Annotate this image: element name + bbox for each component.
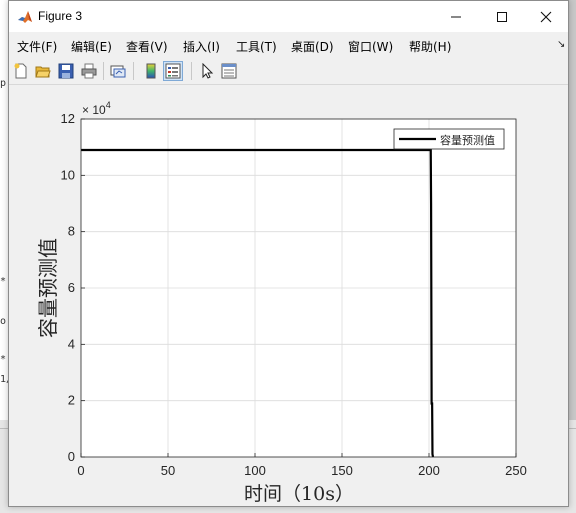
menu-desktop[interactable]: 桌面(D) (291, 38, 334, 55)
new-figure-button[interactable] (11, 61, 31, 81)
link-plot-icon (110, 65, 126, 78)
insert-legend-icon (165, 63, 181, 79)
insert-colorbar-icon (146, 63, 156, 79)
menu-view[interactable]: 查看(V) (126, 38, 168, 55)
x-tick-label: 200 (418, 463, 440, 478)
menu-bar: 文件(F) 编辑(E) 查看(V) 插入(I) 工具(T) 桌面(D) 窗口(W… (9, 34, 568, 56)
x-tick-label: 250 (505, 463, 527, 478)
dock-figure-icon[interactable]: ↘ (557, 39, 565, 50)
background-editor-char: * (0, 354, 7, 365)
maximize-button[interactable] (479, 1, 525, 32)
y-tick-label: 0 (68, 449, 75, 464)
figure-toolbar (9, 57, 568, 85)
minimize-icon (451, 16, 461, 17)
save-button[interactable] (56, 61, 76, 81)
x-axis-label: 时间（10s） (244, 483, 354, 505)
insert-legend-button[interactable] (163, 61, 183, 81)
close-button[interactable] (523, 1, 569, 32)
menu-help[interactable]: 帮助(H) (409, 38, 451, 55)
x-tick-label: 0 (77, 463, 84, 478)
window-title: Figure 3 (38, 9, 83, 23)
insert-colorbar-button[interactable] (141, 61, 161, 81)
menu-file[interactable]: 文件(F) (17, 38, 57, 55)
x-tick-label: 150 (331, 463, 353, 478)
background-editor-char: o (0, 316, 7, 327)
menu-edit[interactable]: 编辑(E) (71, 38, 112, 55)
edit-plot-button[interactable] (197, 61, 217, 81)
toolbar-separator (133, 62, 134, 80)
title-bar[interactable]: Figure 3 (9, 1, 568, 32)
open-file-button[interactable] (33, 61, 53, 81)
y-axis-label: 容量预测值 (36, 238, 60, 338)
legend[interactable]: 容量预测值 (393, 128, 505, 150)
menu-window[interactable]: 窗口(W) (348, 38, 393, 55)
print-button[interactable] (79, 61, 99, 81)
menu-tools[interactable]: 工具(T) (236, 38, 277, 55)
toolbar-separator (191, 62, 192, 80)
figure-window: Figure 3 文件(F) 编辑(E) 查看(V) 插入(I) 工具(T) 桌… (8, 0, 569, 507)
save-icon (58, 63, 74, 79)
background-editor-char: p (0, 78, 7, 89)
minimize-button[interactable] (433, 1, 479, 32)
background-editor-char: * (0, 276, 7, 287)
y-tick-label: 12 (61, 111, 75, 126)
toolbar-separator (103, 62, 104, 80)
x-tick-label: 50 (161, 463, 175, 478)
property-inspector-button[interactable] (219, 61, 239, 81)
open-file-icon (35, 66, 51, 78)
y-tick-label: 2 (68, 393, 75, 408)
print-icon (81, 63, 97, 79)
y-tick-label: 10 (61, 167, 75, 182)
close-icon (540, 11, 552, 22)
y-tick-label: 6 (68, 280, 75, 295)
plot-area[interactable]: 0 50 100 150 200 250 024681012 × 104 时间（10s） … (9, 86, 568, 506)
legend-label: 容量预测值 (440, 133, 495, 147)
y-tick-label: 4 (68, 336, 75, 351)
maximize-icon (497, 11, 507, 22)
matlab-logo-icon (17, 9, 33, 25)
y-tick-label: 8 (68, 224, 75, 239)
link-plot-button[interactable] (108, 61, 128, 81)
figure-canvas: 0 50 100 150 200 250 0 2 4 6 8 10 12 × 104 时间（10s） … (9, 86, 568, 506)
new-figure-icon (14, 63, 27, 79)
menu-insert[interactable]: 插入(I) (183, 38, 220, 55)
property-inspector-icon (221, 63, 237, 79)
y-axis-exponent: × 104 (82, 100, 111, 117)
edit-plot-icon (202, 63, 214, 79)
x-tick-label: 100 (244, 463, 266, 478)
